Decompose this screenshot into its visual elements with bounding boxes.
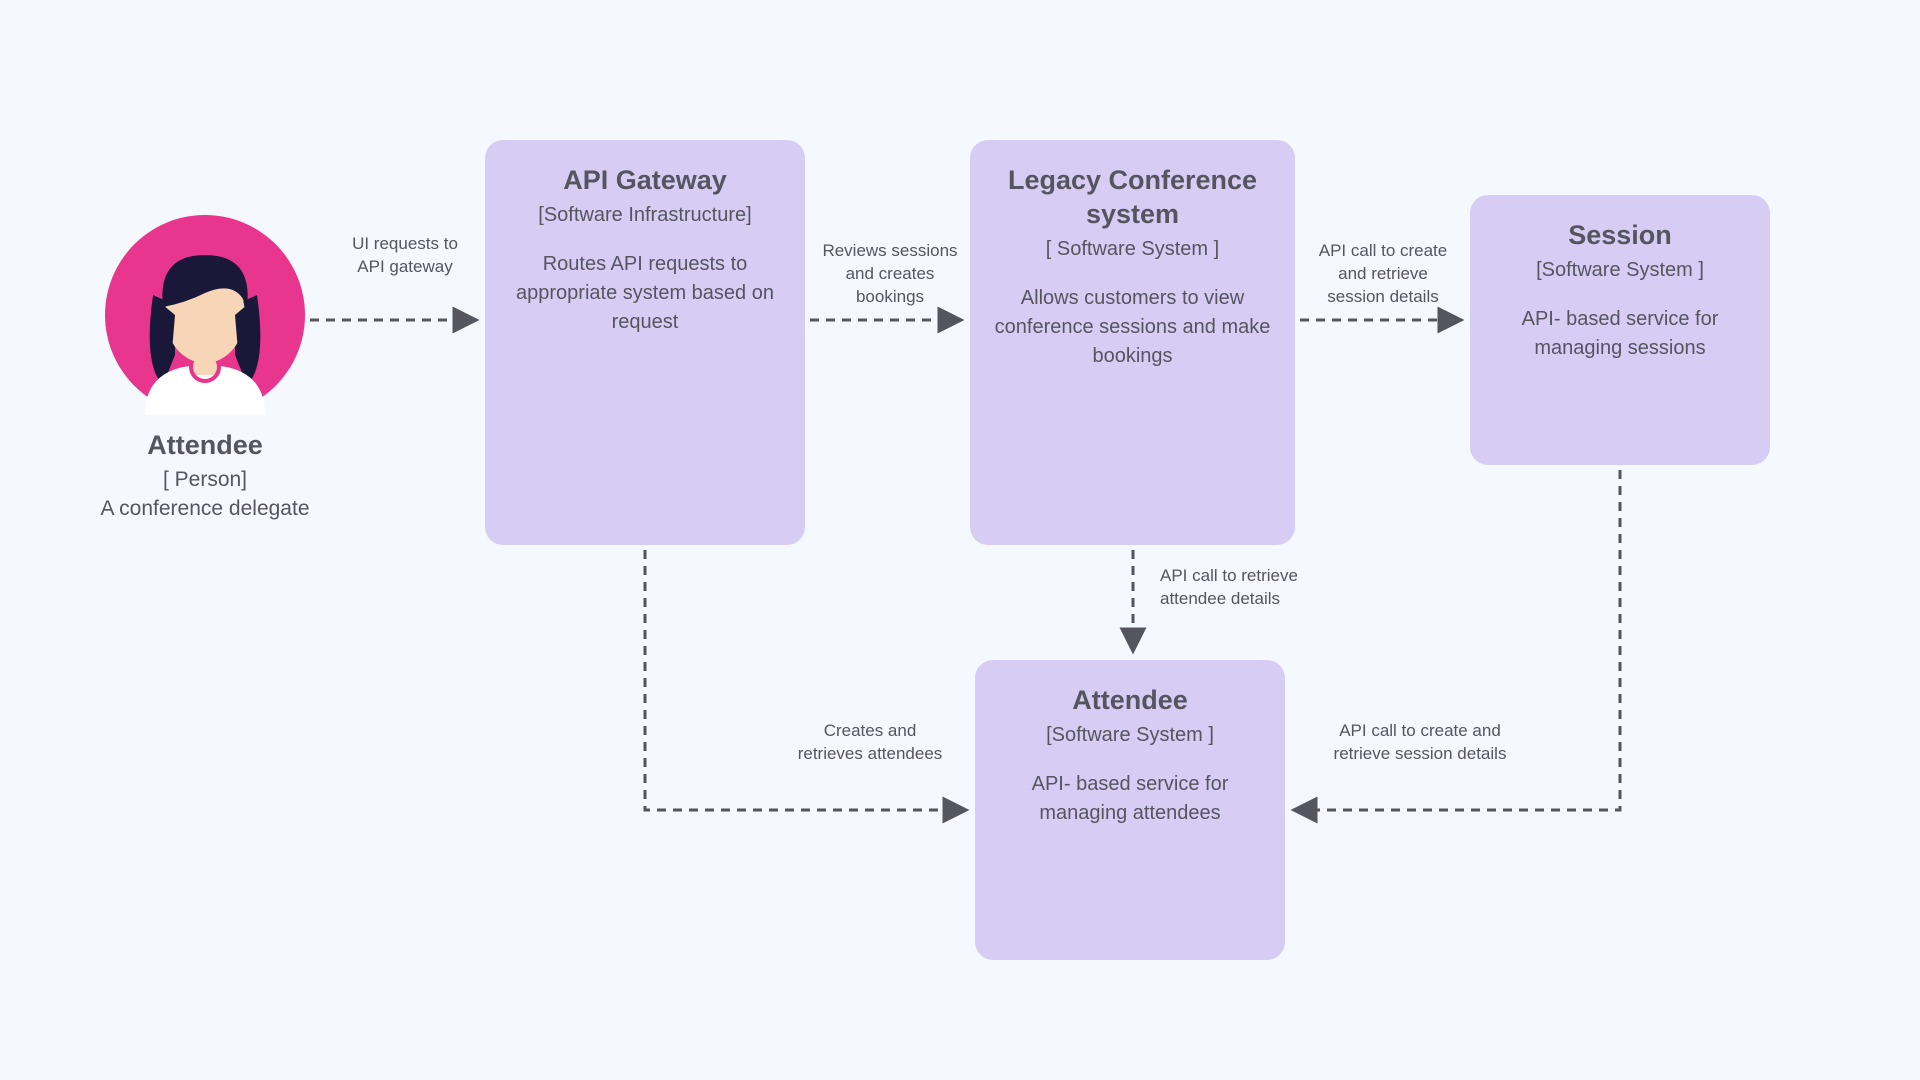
label-legacy-to-session: API call to create and retrieve session …	[1303, 240, 1463, 309]
attendee-person-avatar	[105, 215, 305, 415]
attendee-person-subtitle: [ Person]	[70, 465, 340, 494]
label-api-to-attendee: Creates and retrieves attendees	[780, 720, 960, 766]
attendee-person-caption: Attendee [ Person] A conference delegate	[70, 430, 340, 524]
node-session: Session [Software System ] API- based se…	[1470, 195, 1770, 465]
node-legacy-conference: Legacy Conference system [ Software Syst…	[970, 140, 1295, 545]
label-session-to-attendee: API call to create and retrieve session …	[1310, 720, 1530, 766]
attendee-svc-subtitle: [Software System ]	[997, 722, 1263, 748]
legacy-subtitle: [ Software System ]	[992, 236, 1273, 262]
session-desc: API- based service for managing sessions	[1492, 305, 1748, 363]
api-gateway-desc: Routes API requests to appropriate syste…	[507, 250, 783, 337]
edge-api-to-attendee	[645, 550, 965, 810]
api-gateway-subtitle: [Software Infrastructure]	[507, 202, 783, 228]
connectors-layer	[0, 0, 1920, 1080]
session-subtitle: [Software System ]	[1492, 257, 1748, 283]
label-ui-to-api: UI requests to API gateway	[325, 233, 485, 279]
session-title: Session	[1492, 219, 1748, 253]
api-gateway-title: API Gateway	[507, 164, 783, 198]
node-attendee-service: Attendee [Software System ] API- based s…	[975, 660, 1285, 960]
attendee-svc-title: Attendee	[997, 684, 1263, 718]
legacy-desc: Allows customers to view conference sess…	[992, 284, 1273, 371]
label-legacy-to-attendee: API call to retrieve attendee details	[1160, 565, 1340, 611]
label-api-to-legacy: Reviews sessions and creates bookings	[815, 240, 965, 309]
attendee-svc-desc: API- based service for managing attendee…	[997, 770, 1263, 828]
node-api-gateway: API Gateway [Software Infrastructure] Ro…	[485, 140, 805, 545]
attendee-person-title: Attendee	[70, 430, 340, 461]
attendee-person-desc: A conference delegate	[70, 494, 340, 523]
legacy-title: Legacy Conference system	[992, 164, 1273, 232]
